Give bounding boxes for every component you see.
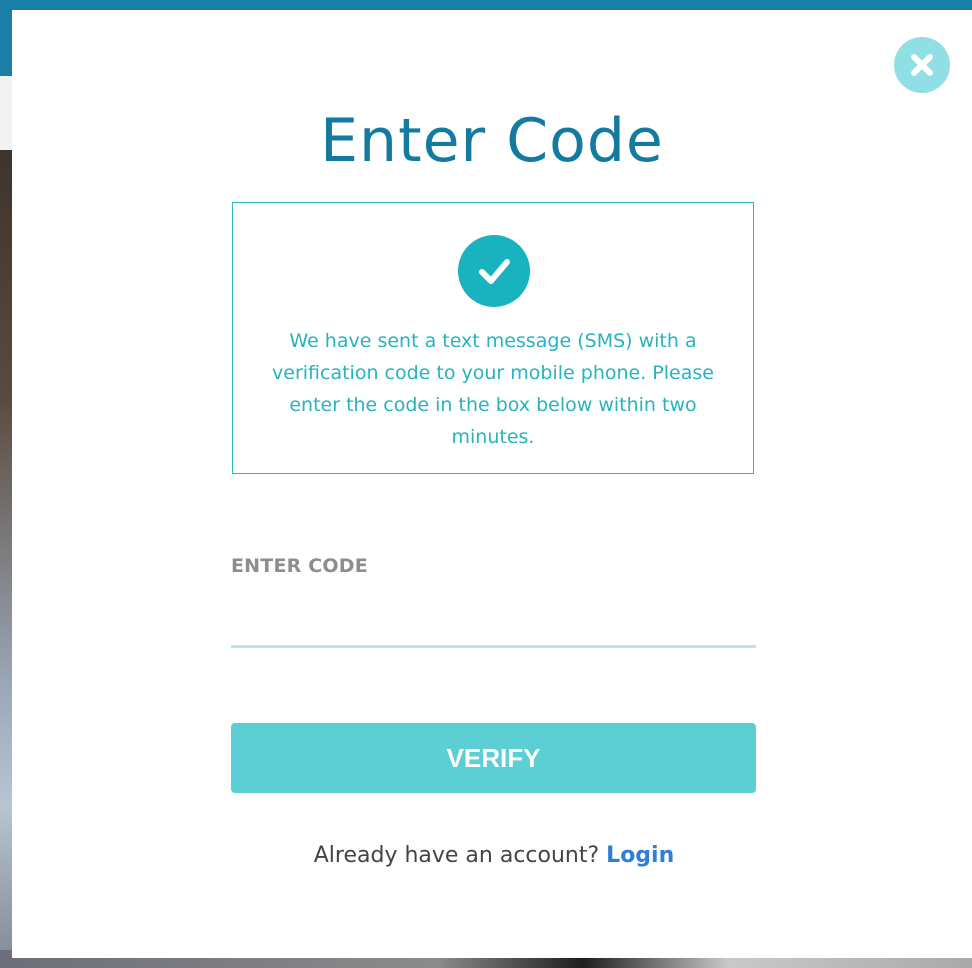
check-circle-icon — [458, 235, 530, 307]
code-input[interactable] — [231, 600, 756, 648]
close-icon — [911, 54, 933, 76]
login-prompt-text: Already have an account? — [313, 843, 607, 868]
sms-info-message: We have sent a text message (SMS) with a… — [272, 330, 714, 448]
background-photo — [0, 150, 12, 968]
close-button[interactable] — [894, 37, 950, 93]
verify-button[interactable]: VERIFY — [231, 723, 756, 793]
login-link[interactable]: Login — [606, 843, 674, 868]
enter-code-label: ENTER CODE — [231, 555, 368, 577]
page-title: Enter Code — [320, 106, 664, 176]
sms-info-box: We have sent a text message (SMS) with a… — [232, 202, 754, 474]
enter-code-modal: Enter Code We have sent a text message (… — [12, 10, 972, 958]
checkmark-icon — [479, 259, 510, 284]
login-prompt-row: Already have an account? Login — [12, 843, 972, 868]
